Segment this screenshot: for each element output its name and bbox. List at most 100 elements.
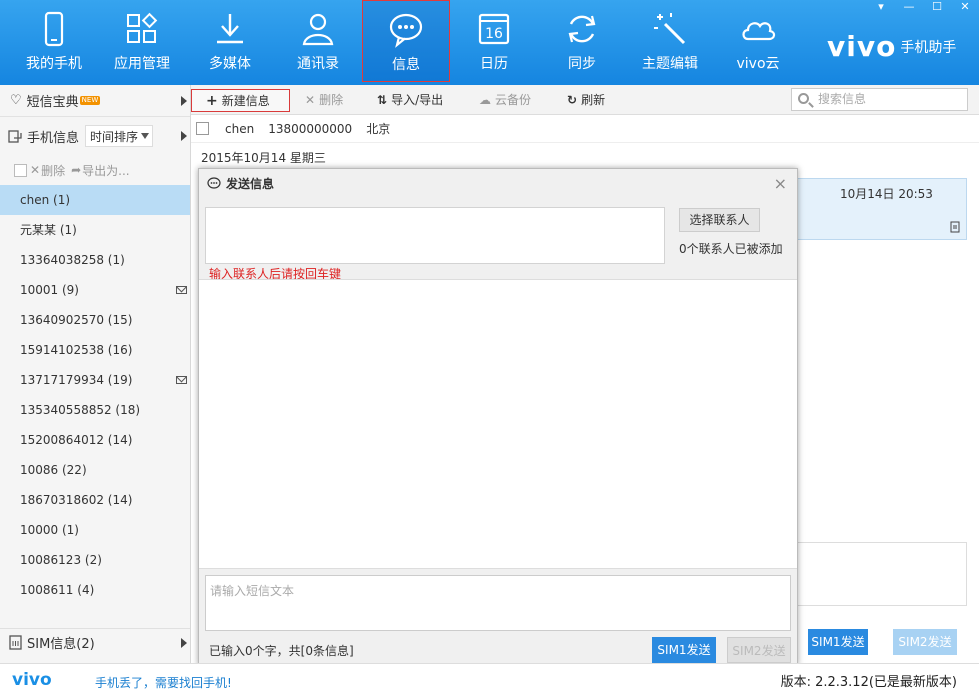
- expand-arrow-icon[interactable]: [181, 95, 187, 106]
- top-navigation-bar: ▾ — ☐ ✕ 我的手机 应用管理 多媒体 通讯录 信息 16 日历 同步 主题…: [0, 0, 979, 85]
- sim2-send-button[interactable]: SIM2发送: [727, 637, 791, 663]
- sync-icon: [568, 15, 596, 43]
- contact-list-item-label: 15914102538 (16): [20, 343, 133, 357]
- contact-list-item[interactable]: 10000 (1): [0, 515, 190, 545]
- apps-icon: [127, 12, 158, 43]
- contact-list-item[interactable]: 元某某 (1): [0, 215, 190, 245]
- new-message-label: 新建信息: [221, 94, 270, 108]
- contact-list-item[interactable]: 1008611 (4): [0, 575, 190, 605]
- vivo-logo: vivo: [827, 30, 897, 63]
- contact-list-item[interactable]: 13364038258 (1): [0, 245, 190, 275]
- contact-list-item-label: 元某某 (1): [20, 223, 77, 237]
- message-icon: [207, 176, 221, 189]
- contact-name: chen: [225, 121, 255, 136]
- delete-message-button[interactable]: ✕ 删除: [299, 89, 349, 112]
- nav-my-phone[interactable]: 我的手机: [10, 0, 98, 82]
- delete-button[interactable]: 删除: [41, 162, 65, 179]
- search-input[interactable]: 搜索信息: [791, 88, 968, 111]
- nav-vivo-cloud[interactable]: vivo云: [714, 0, 802, 82]
- brand-subtitle: 手机助手: [900, 39, 957, 56]
- contact-list-item[interactable]: 10001 (9): [0, 275, 190, 305]
- close-icon[interactable]: ✕: [951, 0, 979, 16]
- nav-label: 主题编辑: [642, 56, 698, 72]
- left-panel: ♡ 短信宝典 NEW 手机信息 时间排序 ✕ 删除 ➦ 导出为... chen …: [0, 85, 191, 663]
- find-phone-link[interactable]: 手机丢了，需要找回手机!: [95, 674, 232, 691]
- contact-list-item-label: 10086123 (2): [20, 553, 102, 567]
- export-button[interactable]: 导出为...: [82, 162, 129, 179]
- nav-multimedia[interactable]: 多媒体: [186, 0, 274, 82]
- nav-messages[interactable]: 信息: [362, 0, 450, 82]
- minimize-icon[interactable]: —: [895, 0, 923, 16]
- contact-list-item[interactable]: 13640902570 (15): [0, 305, 190, 335]
- contact-list-item[interactable]: 18670318602 (14): [0, 485, 190, 515]
- nav-label: 同步: [568, 56, 596, 72]
- search-icon: [798, 93, 809, 104]
- contact-list-item[interactable]: chen (1): [0, 185, 190, 215]
- contact-icon: [302, 13, 334, 46]
- contact-list-item[interactable]: 13717179934 (19): [0, 365, 190, 395]
- left-subtoolbar: ✕ 删除 ➦ 导出为...: [0, 158, 190, 182]
- contact-list-item-label: 135340558852 (18): [20, 403, 141, 417]
- expand-arrow-icon[interactable]: [181, 131, 187, 141]
- nav-label: 日历: [480, 56, 508, 72]
- contact-list-item-label: 15200864012 (14): [20, 433, 133, 447]
- magic-wand-icon: [654, 13, 686, 45]
- send-message-dialog: 发送信息 × 选择联系人 0个联系人已被添加 输入联系人后请按回车键 请输入短信…: [198, 168, 798, 666]
- sim-info-category[interactable]: SIM信息(2): [0, 628, 190, 656]
- phone-icon: [44, 11, 64, 47]
- nav-calendar[interactable]: 16 日历: [450, 0, 538, 82]
- import-export-button[interactable]: ⇅ 导入/导出: [371, 89, 449, 112]
- dialog-titlebar: 发送信息: [199, 169, 797, 197]
- sim1-send-button-bg[interactable]: SIM1发送: [808, 629, 868, 655]
- contact-list-item[interactable]: 15914102538 (16): [0, 335, 190, 365]
- maximize-icon[interactable]: ☐: [923, 0, 951, 16]
- conversation-checkbox[interactable]: [196, 122, 209, 135]
- svg-text:16: 16: [485, 26, 503, 42]
- nav-theme-editor[interactable]: 主题编辑: [626, 0, 714, 82]
- select-contact-button[interactable]: 选择联系人: [679, 208, 760, 232]
- conversation-header: chen 13800000000 北京: [191, 115, 979, 143]
- nav-contacts[interactable]: 通讯录: [274, 0, 362, 82]
- message-preview-area: [199, 279, 797, 569]
- contact-list: chen (1) 元某某 (1) 13364038258 (1) 10001 (9) 1…: [0, 185, 190, 605]
- contact-list-item[interactable]: 10086123 (2): [0, 545, 190, 575]
- sim2-send-button-bg[interactable]: SIM2发送: [893, 629, 957, 655]
- cloud-backup-button[interactable]: ☁ 云备份: [473, 89, 537, 112]
- message-bubble[interactable]: 10月14日 20:53: [797, 178, 967, 240]
- message-toolbar: + 新建信息 ✕ 删除 ⇅ 导入/导出 ☁ 云备份 ↻ 刷新 搜索信息: [191, 85, 979, 115]
- contact-list-item-label: chen (1): [20, 193, 71, 207]
- sort-dropdown-value: 时间排序: [90, 129, 139, 144]
- sms-treasure-category[interactable]: ♡ 短信宝典 NEW: [0, 85, 190, 117]
- nav-label: vivo云: [736, 56, 780, 72]
- new-badge: NEW: [79, 96, 101, 105]
- envelope-icon: [176, 376, 187, 384]
- delete-label: 删除: [319, 93, 344, 107]
- recipient-input[interactable]: [205, 207, 665, 264]
- delete-icon: ✕: [305, 93, 316, 107]
- cloud-icon: [742, 22, 776, 41]
- import-export-icon: ⇅: [377, 93, 388, 107]
- heart-icon: ♡: [10, 93, 22, 108]
- sort-dropdown[interactable]: 时间排序: [85, 125, 154, 147]
- contact-list-item[interactable]: 10086 (22): [0, 455, 190, 485]
- dialog-close-button[interactable]: ×: [774, 174, 787, 193]
- sms-text-input[interactable]: 请输入短信文本: [205, 575, 791, 631]
- contact-list-item-label: 1008611 (4): [20, 583, 95, 597]
- sim1-send-button[interactable]: SIM1发送: [652, 637, 716, 663]
- cloud-upload-icon: ☁: [479, 93, 491, 107]
- reply-input[interactable]: [797, 542, 967, 606]
- expand-arrow-icon[interactable]: [181, 637, 187, 648]
- nav-app-management[interactable]: 应用管理: [98, 0, 186, 82]
- brand: vivo 手机助手: [827, 30, 956, 63]
- menu-icon[interactable]: ▾: [867, 0, 895, 16]
- refresh-button[interactable]: ↻ 刷新: [561, 89, 611, 112]
- contact-list-item[interactable]: 15200864012 (14): [0, 425, 190, 455]
- new-message-button[interactable]: + 新建信息: [191, 89, 290, 112]
- nav-sync[interactable]: 同步: [538, 0, 626, 82]
- contact-list-item-label: 13717179934 (19): [20, 373, 133, 387]
- select-all-checkbox[interactable]: [14, 163, 27, 177]
- contact-list-item[interactable]: 135340558852 (18): [0, 395, 190, 425]
- refresh-icon: ↻: [567, 93, 578, 107]
- dialog-title: 发送信息: [226, 176, 275, 191]
- contact-location: 北京: [366, 122, 391, 136]
